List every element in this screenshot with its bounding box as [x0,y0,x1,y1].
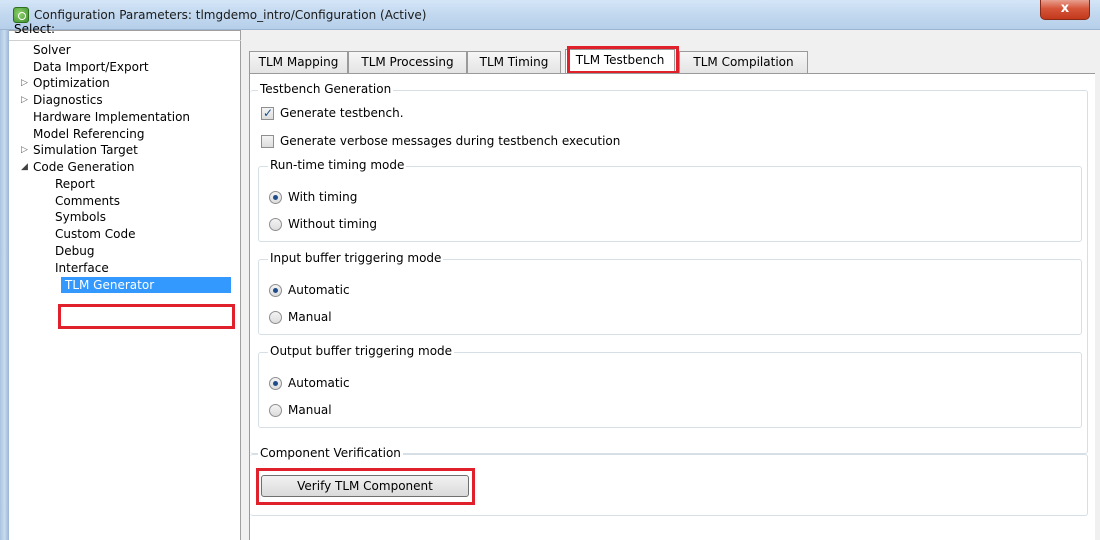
window-left-border [0,30,9,540]
tree-item-interface[interactable]: Interface [55,260,109,276]
tree-item-simulation-target[interactable]: ▷ Simulation Target [21,142,138,158]
tree-item-hardware-implementation[interactable]: Hardware Implementation [33,109,190,125]
tree-item-diagnostics[interactable]: ▷ Diagnostics [21,92,103,108]
input-buffer-group [258,259,1082,335]
title-bar: Configuration Parameters: tlmgdemo_intro… [0,0,1100,30]
generate-testbench-checkbox[interactable] [261,105,274,121]
tab-tlm-compilation[interactable]: TLM Compilation [679,51,808,73]
tree-item-debug[interactable]: Debug [55,243,94,259]
config-window: Configuration Parameters: tlmgdemo_intro… [0,0,1100,540]
component-verification-title: Component Verification [258,446,403,460]
tree-item-code-generation[interactable]: ◢ Code Generation [21,159,134,175]
category-tree-pane: Select: Solver Data Import/Export ▷ Optim… [9,22,241,540]
runtime-timing-group [258,166,1082,242]
tlm-generator-highlight [58,304,235,329]
output-automatic-radio[interactable] [269,377,282,390]
expand-arrow-icon[interactable]: ▷ [21,92,31,108]
tree-item-symbols[interactable]: Symbols [55,209,106,225]
tab-tlm-mapping[interactable]: TLM Mapping [249,51,348,73]
tree-item-report[interactable]: Report [55,176,95,192]
matlab-app-icon [13,7,29,23]
tree-item-custom-code[interactable]: Custom Code [55,226,136,242]
window-title: Configuration Parameters: tlmgdemo_intro… [34,8,427,22]
tree-item-solver[interactable]: Solver [33,42,71,58]
tab-tlm-processing[interactable]: TLM Processing [348,51,467,73]
input-manual-radio[interactable] [269,311,282,324]
without-timing-radio[interactable] [269,218,282,231]
tree-header-divider [9,40,241,41]
tab-page-tlm-testbench: Testbench Generation Generate testbench.… [249,74,1095,540]
expand-arrow-icon[interactable]: ▷ [21,142,31,158]
runtime-timing-title: Run-time timing mode [268,158,407,172]
testbench-generation-title: Testbench Generation [258,82,394,96]
input-automatic-radio[interactable] [269,284,282,297]
output-buffer-title: Output buffer triggering mode [268,344,455,358]
output-buffer-group [258,352,1082,428]
close-button[interactable]: x [1040,0,1090,20]
with-timing-radio[interactable] [269,191,282,204]
tree-item-comments[interactable]: Comments [55,193,120,209]
verbose-messages-checkbox[interactable] [261,135,274,148]
tree-header-label: Select: [14,22,56,36]
collapse-arrow-icon[interactable]: ◢ [21,159,31,175]
tree-item-model-referencing[interactable]: Model Referencing [33,126,144,142]
verify-tlm-component-button[interactable]: Verify TLM Component [261,475,469,497]
output-manual-radio[interactable] [269,404,282,417]
expand-arrow-icon[interactable]: ▷ [21,75,31,91]
input-buffer-title: Input buffer triggering mode [268,251,444,265]
tab-tlm-timing[interactable]: TLM Timing [467,51,561,73]
tree-item-tlm-generator[interactable]: TLM Generator [61,277,231,293]
tab-tlm-testbench[interactable]: TLM Testbench [565,49,675,73]
settings-pane: TLM Mapping TLM Processing TLM Timing TL… [241,30,1100,540]
tree-item-optimization[interactable]: ▷ Optimization [21,75,110,91]
tree-item-data-import-export[interactable]: Data Import/Export [33,59,149,75]
